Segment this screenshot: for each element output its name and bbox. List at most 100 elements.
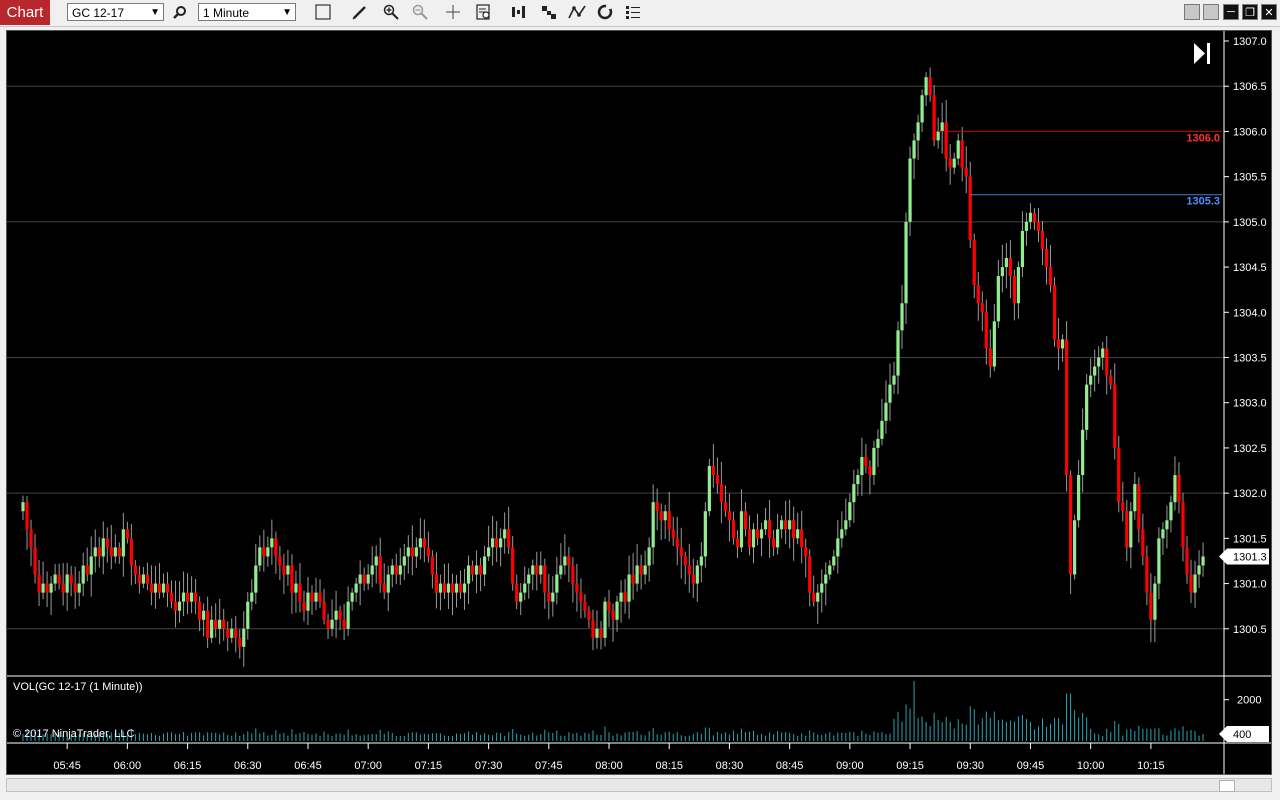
volume-bar <box>1202 733 1204 741</box>
zoom-in-icon[interactable] <box>380 2 402 22</box>
volume-bar <box>761 734 763 741</box>
volume-bar <box>564 735 566 741</box>
candle-body <box>840 529 844 539</box>
candle-body <box>1157 538 1161 584</box>
volume-bar <box>1021 714 1023 741</box>
volume-bar <box>524 735 526 741</box>
close-icon[interactable]: ✕ <box>1261 4 1277 20</box>
candle-body <box>844 520 848 530</box>
volume-bar <box>1017 716 1019 741</box>
candle-body <box>322 601 326 620</box>
candle-body <box>1141 529 1145 557</box>
volume-bar <box>199 732 201 741</box>
candle-body <box>406 547 410 557</box>
window-icon[interactable] <box>1184 4 1200 20</box>
x-tick-label: 06:00 <box>114 760 142 772</box>
volume-bar <box>921 716 923 741</box>
candle-body <box>723 502 728 512</box>
candle-body <box>390 565 394 575</box>
draw-tool-icon[interactable] <box>349 2 371 22</box>
volume-bar <box>712 735 714 741</box>
volume-bar <box>869 735 871 741</box>
candle-body <box>547 592 551 602</box>
menu-icon[interactable] <box>622 2 644 22</box>
volume-bar <box>395 736 397 741</box>
window-icon[interactable] <box>1203 4 1219 20</box>
instrument-selector[interactable]: GC 12-17 ▼ <box>67 3 164 21</box>
candle-body <box>848 502 852 521</box>
volume-bar <box>757 734 759 741</box>
volume-bar <box>732 730 734 741</box>
volume-bar <box>773 734 775 741</box>
volume-bar <box>628 731 630 741</box>
candle-body <box>1028 212 1033 222</box>
volume-bar <box>175 734 177 741</box>
candle-body <box>775 529 780 548</box>
volume-bar <box>319 736 321 741</box>
candle-body <box>1161 529 1165 539</box>
volume-bar <box>945 716 947 741</box>
candle-body <box>908 158 912 222</box>
search-icon[interactable] <box>169 2 191 22</box>
chart-tab[interactable]: Chart <box>0 0 50 25</box>
bar-style-icon[interactable] <box>312 2 334 22</box>
candle-body <box>691 574 695 584</box>
volume-bar <box>592 730 594 741</box>
candle-body <box>169 592 174 602</box>
volume-bar <box>142 733 144 741</box>
candle-body <box>37 574 41 593</box>
candle-body <box>711 466 715 476</box>
volume-bar <box>267 735 269 741</box>
candle-body <box>968 176 972 240</box>
data-box-icon[interactable] <box>473 2 495 22</box>
volume-bar <box>532 732 534 741</box>
volume-bar <box>343 734 345 741</box>
x-tick-label: 06:30 <box>234 760 262 772</box>
candle-body <box>153 583 158 593</box>
indicators-icon[interactable] <box>508 2 530 22</box>
x-tick-label: 09:45 <box>1017 760 1045 772</box>
candle-body <box>880 420 884 439</box>
volume-bar <box>1009 720 1011 741</box>
candle-body <box>145 574 150 584</box>
chart-panel[interactable]: 1306.0 1305.3 1307.0 1306.5 1306.0 1305.5 130… <box>6 30 1272 775</box>
strategies-icon[interactable] <box>538 2 560 22</box>
zoom-out-icon[interactable] <box>409 2 431 22</box>
drawing-objects-icon[interactable] <box>566 2 588 22</box>
properties-icon[interactable] <box>594 2 616 22</box>
minimize-icon[interactable]: ─ <box>1223 4 1239 20</box>
volume-bar <box>1078 717 1080 741</box>
candle-body <box>318 592 322 602</box>
volume-bar <box>251 733 253 741</box>
candle-body <box>1129 511 1133 548</box>
volume-bar <box>391 732 393 741</box>
chevron-down-icon: ▼ <box>150 7 160 18</box>
candle-body <box>1032 212 1037 222</box>
price-chart[interactable]: 1306.01305.3 1307.01306.51306.01305.5130… <box>7 31 1271 774</box>
scrollbar-thumb[interactable] <box>1219 780 1235 792</box>
restore-icon[interactable]: ❐ <box>1242 4 1258 20</box>
candle-body <box>727 511 732 521</box>
volume-bar <box>259 733 261 741</box>
candle-body <box>57 574 61 584</box>
volume-bar <box>684 735 686 741</box>
volume-bar <box>961 723 963 741</box>
candle-body <box>1036 221 1041 231</box>
volume-bar <box>1074 710 1076 741</box>
scroll-to-end-icon[interactable] <box>1194 43 1210 64</box>
interval-selector[interactable]: 1 Minute ▼ <box>198 3 296 21</box>
horizontal-scrollbar[interactable] <box>6 778 1272 792</box>
crosshair-icon[interactable] <box>442 2 464 22</box>
price-lines[interactable]: 1306.0 1305.3 <box>938 130 1222 208</box>
volume-bar <box>263 732 265 741</box>
volume-bar <box>672 734 674 741</box>
volume-bar <box>833 735 835 741</box>
volume-bar <box>933 712 935 741</box>
volume-bar <box>941 722 943 741</box>
candle-body <box>948 158 952 168</box>
volume-bar <box>279 733 281 741</box>
candle-body <box>928 77 932 96</box>
volume-bar <box>849 731 851 741</box>
candle-body <box>1197 565 1201 575</box>
candle-body <box>246 601 250 629</box>
